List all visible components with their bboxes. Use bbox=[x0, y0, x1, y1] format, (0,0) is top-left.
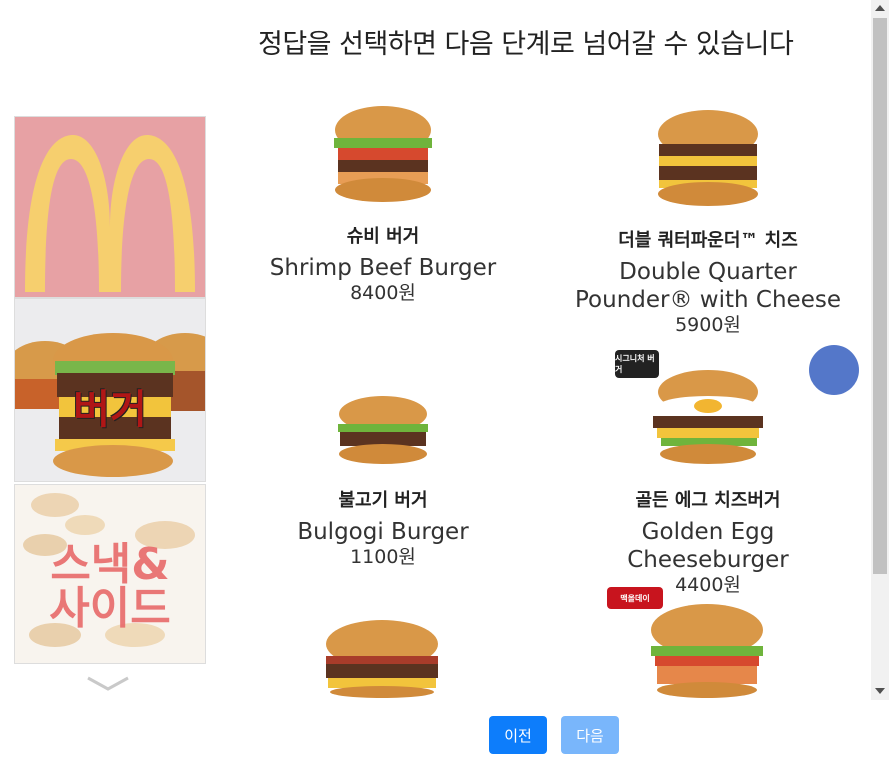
product-name-ko: 슈비 버거 bbox=[346, 226, 420, 247]
next-button[interactable]: 다음 bbox=[561, 716, 619, 754]
product-name-en: Bulgogi Burger bbox=[297, 519, 469, 545]
burger-image[interactable] bbox=[320, 618, 444, 698]
page-title: 정답을 선택하면 다음 단계로 넘어갈 수 있습니다 bbox=[258, 29, 794, 60]
product-name-ko: 더블 쿼터파운더™ 치즈 bbox=[618, 230, 798, 251]
product-name-en: Double Quarter Pounder® with Cheese bbox=[575, 259, 841, 313]
scrollbar[interactable] bbox=[871, 0, 889, 700]
category-snack-side[interactable]: 스낵& 사이드 bbox=[14, 484, 206, 664]
category-label-burger: 버거 bbox=[73, 387, 147, 433]
product-name-en: Golden Egg Cheeseburger bbox=[627, 519, 789, 573]
product-price: 4400원 bbox=[675, 574, 741, 596]
product-name-ko: 골든 에그 치즈버거 bbox=[635, 490, 781, 511]
burger-image bbox=[653, 370, 763, 464]
signature-badge: 시그니처 버거 bbox=[615, 350, 659, 378]
mcdonalds-logo-icon bbox=[25, 135, 195, 292]
scroll-down-arrow-icon[interactable] bbox=[875, 688, 885, 694]
category-label-snack: 스낵& 사이드 bbox=[49, 539, 171, 634]
product-card[interactable]: 골든 에그 치즈버거 Golden Egg Cheeseburger 4400원 bbox=[558, 368, 858, 596]
product-name-en: Shrimp Beef Burger bbox=[269, 255, 497, 281]
chevron-down-icon[interactable] bbox=[86, 676, 130, 692]
burger-image bbox=[334, 106, 432, 202]
product-price: 1100원 bbox=[350, 546, 416, 568]
floating-action-button[interactable] bbox=[809, 345, 859, 395]
product-price: 5900원 bbox=[675, 314, 741, 336]
category-burger[interactable]: 버거 bbox=[14, 298, 206, 482]
product-card[interactable]: 더블 쿼터파운더™ 치즈 Double Quarter Pounder® wit… bbox=[558, 108, 858, 336]
scrollbar-thumb[interactable] bbox=[873, 18, 887, 574]
product-price: 8400원 bbox=[350, 282, 416, 304]
category-mcdonalds[interactable] bbox=[14, 116, 206, 298]
product-card[interactable]: 불고기 버거 Bulgogi Burger 1100원 bbox=[233, 368, 533, 568]
scroll-up-arrow-icon[interactable] bbox=[875, 5, 885, 11]
burger-image[interactable] bbox=[645, 602, 769, 698]
product-card[interactable]: 슈비 버거 Shrimp Beef Burger 8400원 bbox=[233, 104, 533, 304]
prev-button[interactable]: 이전 bbox=[489, 716, 547, 754]
product-name-ko: 불고기 버거 bbox=[338, 490, 428, 511]
burger-image bbox=[658, 110, 758, 206]
burger-image bbox=[338, 396, 428, 464]
